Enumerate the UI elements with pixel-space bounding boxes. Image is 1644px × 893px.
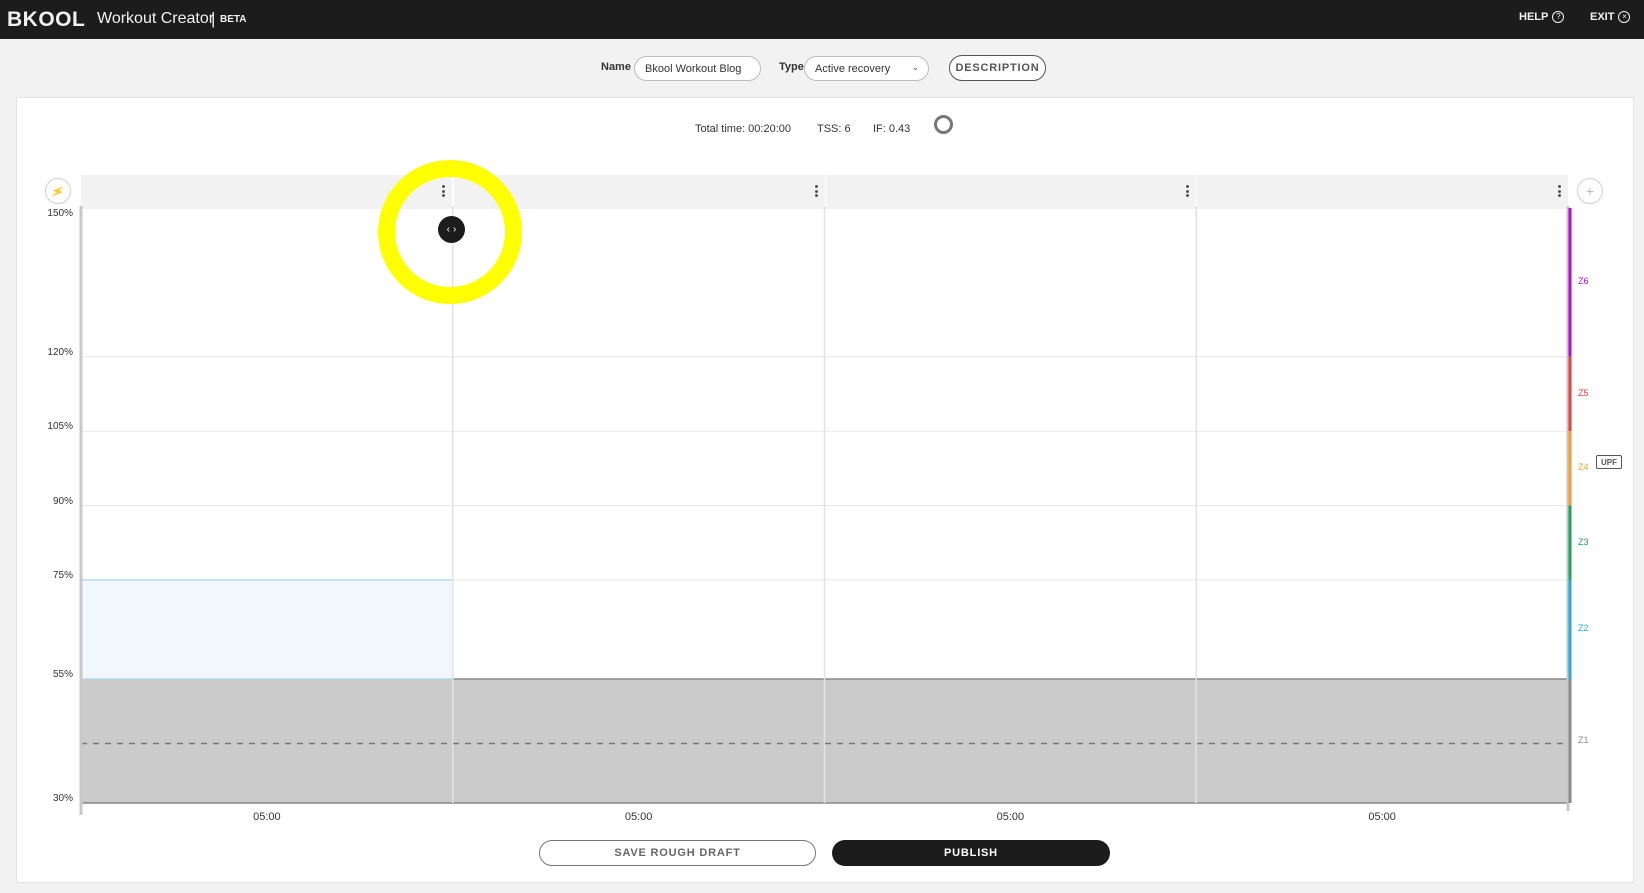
- publish-button[interactable]: PUBLISH: [832, 840, 1110, 866]
- y-tick-label: 120%: [47, 346, 73, 358]
- workout-chart: ⚡ + 150% 120% 105% 90% 75% 55% 30% 05:00 05:00 0…: [0, 0, 1644, 893]
- zone-label-z1: Z1: [1578, 735, 1589, 746]
- upf-badge[interactable]: UPF: [1596, 455, 1622, 469]
- zone-label-z3: Z3: [1578, 536, 1589, 547]
- segment-duration-label: 05:00: [253, 811, 281, 823]
- chevron-left-icon: ‹: [446, 224, 450, 235]
- y-tick-label: 90%: [52, 495, 73, 507]
- segment-duration-label: 05:00: [1368, 811, 1396, 823]
- y-tick-label: 105%: [47, 421, 73, 433]
- zone-label-z2: Z2: [1578, 623, 1589, 634]
- segment-duration-label: 05:00: [624, 811, 653, 823]
- zone-label-z4: Z4: [1578, 462, 1589, 473]
- y-tick-label: 150%: [47, 208, 73, 219]
- y-tick-label: 75%: [52, 569, 73, 581]
- y-tick-label: 55%: [52, 669, 73, 681]
- zone-label-z6: Z6: [1578, 276, 1589, 287]
- segment-resize-handle[interactable]: ‹ ›: [438, 216, 465, 243]
- chart-plot-area: [79, 206, 1572, 815]
- segment-duration-label: 05:00: [996, 811, 1025, 823]
- zone-label-z5: Z5: [1578, 387, 1589, 398]
- chevron-right-icon: ›: [453, 224, 457, 235]
- save-rough-draft-button[interactable]: SAVE ROUGH DRAFT: [539, 840, 816, 866]
- y-tick-label: 30%: [52, 793, 73, 804]
- workout-segment-block: [80, 579, 454, 680]
